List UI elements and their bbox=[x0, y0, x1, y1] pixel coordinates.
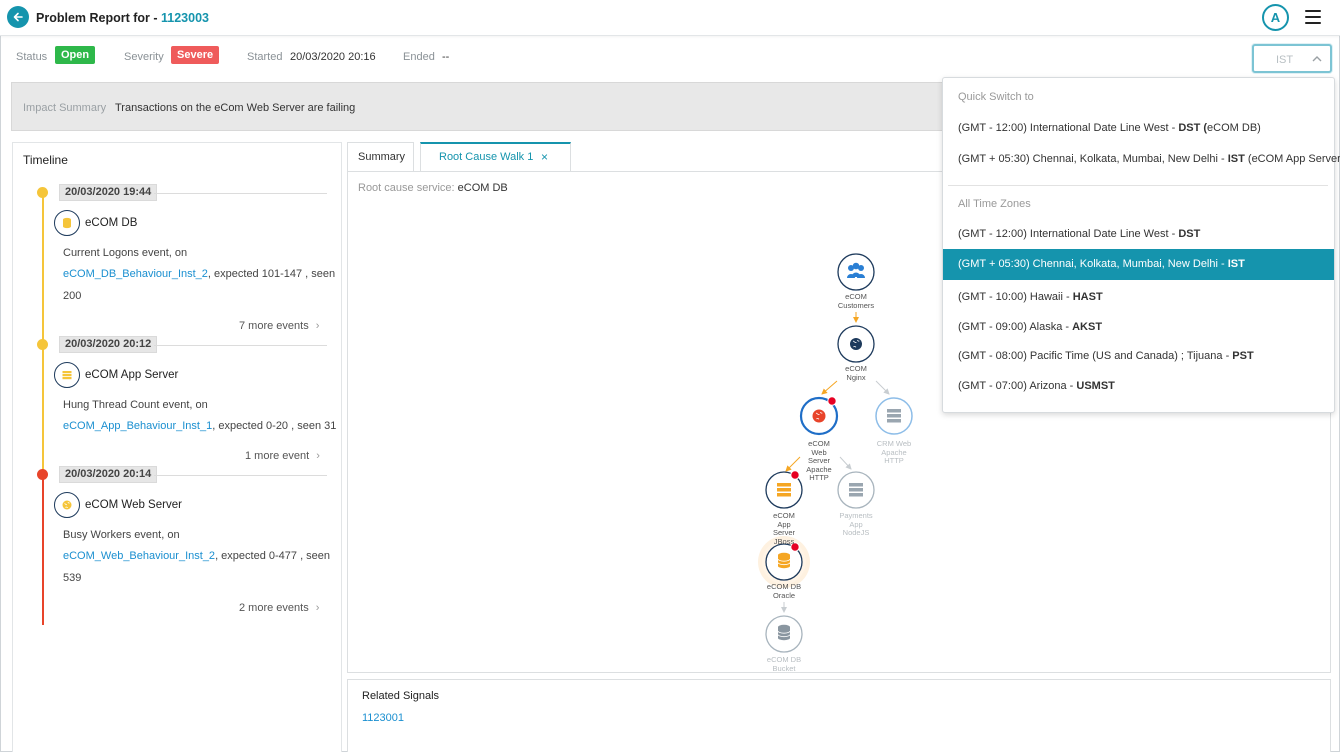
graph-node-label: eCOM Web Server Apache HTTP bbox=[806, 439, 832, 482]
header: Problem Report for - 1123003 A bbox=[0, 0, 1340, 36]
graph-node-label: eCOM Customers bbox=[837, 292, 875, 310]
impact-summary-label: Impact Summary bbox=[23, 102, 107, 114]
timeline-date: 20/03/2020 20:14 bbox=[59, 466, 158, 483]
ended-label: Ended bbox=[403, 51, 435, 63]
timezone-option-selected[interactable]: (GMT + 05:30) Chennai, Kolkata, Mumbai, … bbox=[943, 249, 1334, 280]
timeline-dot-warning bbox=[37, 187, 48, 198]
status-badge: Open bbox=[55, 46, 96, 64]
more-events-link[interactable]: 7 more events › bbox=[239, 320, 319, 332]
dropdown-section-header: All Time Zones bbox=[958, 198, 1031, 210]
timezone-option[interactable]: (GMT - 07:00) Arizona - USMST bbox=[943, 371, 1334, 402]
timezone-option[interactable]: (GMT - 12:00) International Date Line We… bbox=[943, 219, 1334, 250]
related-signals-panel: Related Signals 1123001 bbox=[347, 679, 1331, 752]
page-title: Problem Report for - 1123003 bbox=[36, 11, 209, 25]
timeline-event-text: Busy Workers event, on bbox=[63, 529, 180, 541]
related-signal-link[interactable]: 1123001 bbox=[362, 712, 404, 724]
started-value: 20/03/2020 20:16 bbox=[290, 51, 376, 63]
graph-node-label: eCOM App Server JBoss bbox=[772, 511, 796, 546]
divider bbox=[154, 475, 327, 476]
graph-edge bbox=[875, 380, 890, 395]
timezone-dropdown: Quick Switch to (GMT - 12:00) Internatio… bbox=[942, 77, 1340, 413]
timeline-event-seen: 200 bbox=[63, 290, 82, 302]
instance-link[interactable]: eCOM_App_Behaviour_Inst_1 bbox=[63, 420, 212, 432]
started-label: Started bbox=[247, 51, 283, 63]
impact-summary-text: Transactions on the eCom Web Server are … bbox=[115, 102, 356, 114]
status-label: Status bbox=[16, 51, 48, 63]
dropdown-section-header: Quick Switch to bbox=[958, 91, 1034, 103]
graph-node-label: Payments App NodeJS bbox=[839, 511, 873, 537]
graph-node-bucket[interactable] bbox=[765, 615, 803, 653]
severity-badge: Severe bbox=[171, 46, 220, 64]
graph-node-label: eCOM DB Oracle bbox=[766, 582, 802, 600]
severity-label: Severity bbox=[124, 51, 164, 63]
timeline-event-text: Current Logons event, on bbox=[63, 247, 188, 259]
ended-value: -- bbox=[442, 51, 450, 63]
graph-node-customers[interactable] bbox=[837, 253, 875, 291]
chevron-up-icon bbox=[1312, 56, 1322, 62]
timeline-service-name[interactable]: eCOM App Server bbox=[85, 369, 178, 381]
timeline-event-detail: eCOM_DB_Behaviour_Inst_2, expected 101-1… bbox=[63, 268, 336, 280]
timeline-date: 20/03/2020 19:44 bbox=[59, 184, 158, 201]
timezone-select[interactable]: IST bbox=[1252, 44, 1332, 73]
timeline-service-name[interactable]: eCOM DB bbox=[85, 217, 137, 229]
timeline-title: Timeline bbox=[23, 153, 68, 167]
timeline-event-detail: eCOM_App_Behaviour_Inst_1, expected 0-20… bbox=[63, 420, 337, 432]
timeline-date: 20/03/2020 20:12 bbox=[59, 336, 158, 353]
graph-edge bbox=[821, 380, 838, 395]
timeline-service-name[interactable]: eCOM Web Server bbox=[85, 499, 182, 511]
timezone-option[interactable]: (GMT - 09:00) Alaska - AKST bbox=[943, 312, 1334, 343]
timeline-event-seen: 539 bbox=[63, 572, 82, 584]
timeline-line bbox=[42, 193, 44, 345]
graph-node-web-server[interactable] bbox=[799, 396, 839, 436]
timeline-panel: Timeline 20/03/2020 19:44 eCOM DB Curren… bbox=[12, 142, 342, 752]
graph-node-label: eCOM DB Bucket bbox=[766, 655, 802, 673]
timeline-line bbox=[42, 345, 44, 475]
back-arrow-icon[interactable] bbox=[7, 6, 29, 28]
timezone-option[interactable]: (GMT + 05:30) Chennai, Kolkata, Mumbai, … bbox=[943, 144, 1340, 175]
timeline-event-detail: eCOM_Web_Behaviour_Inst_2, expected 0-47… bbox=[63, 550, 331, 562]
database-icon bbox=[54, 210, 80, 236]
timeline-dot-warning bbox=[37, 339, 48, 350]
graph-node-label: eCOM Nginx bbox=[845, 364, 867, 382]
globe-icon bbox=[54, 492, 80, 518]
timeline-event-text: Hung Thread Count event, on bbox=[63, 399, 208, 411]
timeline-line bbox=[42, 475, 44, 625]
timeline-dot-critical bbox=[37, 469, 48, 480]
instance-link[interactable]: eCOM_Web_Behaviour_Inst_2 bbox=[63, 550, 215, 562]
close-tab-icon[interactable]: × bbox=[541, 144, 548, 170]
graph-node-nginx[interactable] bbox=[837, 325, 875, 363]
graph-node-crm-web[interactable] bbox=[875, 397, 913, 435]
more-events-link[interactable]: 1 more event › bbox=[245, 450, 320, 462]
hamburger-menu-icon[interactable] bbox=[1305, 10, 1321, 24]
server-icon bbox=[54, 362, 80, 388]
tab-summary[interactable]: Summary bbox=[347, 142, 414, 171]
timezone-option[interactable]: (GMT - 08:00) Pacific Time (US and Canad… bbox=[943, 341, 1334, 372]
divider bbox=[948, 185, 1328, 186]
divider bbox=[154, 193, 327, 194]
instance-link[interactable]: eCOM_DB_Behaviour_Inst_2 bbox=[63, 268, 208, 280]
avatar[interactable]: A bbox=[1262, 4, 1289, 31]
tab-root-cause-walk-label: Root Cause Walk 1 bbox=[439, 151, 534, 163]
divider bbox=[154, 345, 327, 346]
graph-node-label: CRM Web Apache HTTP bbox=[876, 439, 912, 465]
problem-id: 1123003 bbox=[161, 11, 209, 25]
more-events-link[interactable]: 2 more events › bbox=[239, 602, 319, 614]
related-signals-title: Related Signals bbox=[362, 690, 440, 702]
timezone-option[interactable]: (GMT - 12:00) International Date Line We… bbox=[943, 113, 1334, 144]
timezone-select-value: IST bbox=[1276, 54, 1294, 66]
page-title-prefix: Problem Report for - bbox=[36, 11, 162, 25]
timezone-option[interactable]: (GMT - 10:00) Hawaii - HAST bbox=[943, 282, 1334, 313]
tab-root-cause-walk[interactable]: Root Cause Walk 1 × bbox=[420, 142, 571, 171]
status-row: Status Open Severity Severe Started 20/0… bbox=[0, 44, 1340, 70]
